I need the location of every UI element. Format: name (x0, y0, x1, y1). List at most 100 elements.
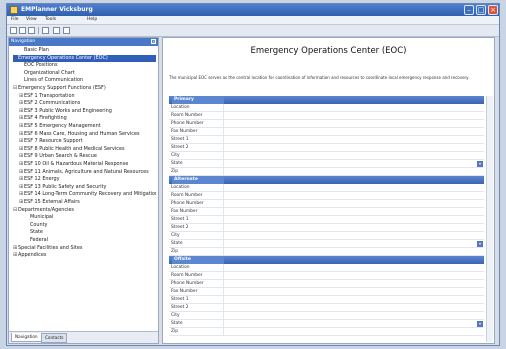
tree-item[interactable]: ⊞ESF 6 Mass Care, Housing and Human Serv… (19, 131, 156, 138)
tree-item[interactable]: ⊞ESF 2 Communications (19, 100, 156, 107)
form-field-row[interactable]: Zip (169, 168, 484, 176)
field-label: Room Number (171, 272, 224, 280)
field-label: Zip (171, 328, 224, 336)
tree-item-label: ESF 15 External Affairs (24, 199, 80, 205)
tree-item[interactable]: ⊞ESF 12 Energy (19, 176, 156, 183)
tree-item[interactable]: ⊞ESF 5 Emergency Management (19, 123, 156, 130)
dropdown-arrow-icon[interactable]: ▾ (477, 241, 483, 247)
tab-navigation[interactable]: Navigation (11, 333, 42, 342)
tree-item-label: ESF 12 Energy (24, 176, 60, 183)
form-field-row[interactable]: Zip (169, 328, 484, 336)
field-label: Room Number (171, 112, 224, 120)
field-label: State (171, 160, 224, 168)
tree-item-label: ESF 9 Urban Search & Rescue (24, 153, 97, 160)
form-field-row[interactable]: Street 2 (169, 224, 484, 232)
open-icon[interactable] (19, 27, 26, 34)
dropdown-arrow-icon[interactable]: ▾ (477, 321, 483, 327)
form-field-row[interactable]: Room Number (169, 112, 484, 120)
section-header-label: Alternate (172, 176, 224, 184)
tree-item-label: Organizational Chart (24, 69, 75, 76)
form-field-row[interactable]: Street 1 (169, 216, 484, 224)
tab-contacts[interactable]: Contacts (41, 333, 68, 343)
tree-item[interactable]: County (25, 222, 156, 229)
tree-item[interactable]: ⊞ESF 9 Urban Search & Rescue (19, 153, 156, 160)
tree-item[interactable]: Municipal (25, 214, 156, 221)
tree-item[interactable]: ⊞ESF 15 External Affairs (19, 199, 156, 206)
field-label: Fax Number (171, 208, 224, 216)
field-label: Location (171, 104, 224, 112)
form-field-row[interactable]: State ▾ (169, 320, 484, 328)
maximize-button[interactable]: □ (476, 5, 486, 15)
form-field-row[interactable]: Fax Number (169, 208, 484, 216)
form-field-row[interactable]: Fax Number (169, 288, 484, 296)
form-field-row[interactable]: City (169, 312, 484, 320)
menu-tools[interactable]: Tools (45, 17, 56, 22)
page-description: The municipal EOC serves as the central … (169, 75, 470, 80)
form-field-row[interactable]: City (169, 152, 484, 160)
menu-view[interactable]: View (26, 17, 37, 22)
tree-item[interactable]: EOC Positions (19, 62, 156, 69)
tree-item[interactable]: ⊞ESF 1 Transportation (19, 93, 156, 100)
tree-item[interactable]: ⊞ESF 8 Public Health and Medical Service… (19, 146, 156, 153)
tree-item-label: ESF 10 Oil & Hazardous Material Response (24, 161, 129, 167)
form-field-row[interactable]: Fax Number (169, 128, 484, 136)
form-field-row[interactable]: Phone Number (169, 280, 484, 288)
minimize-button[interactable]: – (464, 5, 474, 15)
tree-item[interactable]: ⊞ESF 14 Long-Term Community Recovery and… (19, 191, 156, 198)
field-label: Phone Number (171, 280, 224, 288)
app-window: EMPlanner Vicksburg – □ × File View Tool… (6, 3, 500, 346)
tree-item-label: EOC Positions (24, 62, 58, 69)
cut-icon[interactable] (53, 27, 60, 34)
tree-item[interactable]: ⊞Appendices (13, 252, 156, 259)
tree-item[interactable]: Basic Plan (19, 47, 156, 54)
menu-file[interactable]: File (11, 17, 19, 22)
tree-item[interactable]: ⊟Emergency Operations Center (EOC) (13, 54, 156, 62)
form-field-row[interactable]: Location (169, 104, 484, 112)
form-field-row[interactable]: City (169, 232, 484, 240)
print-icon[interactable] (42, 27, 49, 34)
navigation-tabs: Navigation Contacts (9, 331, 158, 343)
menu-help[interactable]: Help (87, 17, 97, 22)
form-field-row[interactable]: Street 1 (169, 296, 484, 304)
tree-item[interactable]: Federal (25, 237, 156, 244)
new-icon[interactable] (10, 27, 17, 34)
tree-item[interactable]: ⊞ESF 10 Oil & Hazardous Material Respons… (19, 161, 156, 168)
vertical-scrollbar[interactable] (486, 96, 493, 342)
tree-item[interactable]: ⊞Special Facilities and Sites (13, 245, 156, 252)
tree-item[interactable]: ⊞ESF 7 Resource Support (19, 138, 156, 145)
form-field-row[interactable]: Location (169, 184, 484, 192)
navigation-panel: Navigation × Basic Plan ⊟Emergency Operat… (8, 37, 159, 344)
close-panel-icon[interactable]: × (151, 39, 156, 44)
tree-item[interactable]: ⊞ESF 13 Public Safety and Security (19, 184, 156, 191)
close-button[interactable]: × (488, 5, 498, 15)
window-title: EMPlanner Vicksburg (21, 6, 93, 13)
tree-item[interactable]: Organizational Chart (19, 70, 156, 77)
tree-item[interactable]: ⊞ESF 4 Firefighting (19, 115, 156, 122)
form-field-row[interactable]: Zip (169, 248, 484, 256)
tree-item-label: ESF 8 Public Health and Medical Services (24, 145, 125, 152)
field-label: Room Number (171, 192, 224, 200)
form-field-row[interactable]: Street 2 (169, 144, 484, 152)
save-icon[interactable] (28, 27, 35, 34)
page-title: Emergency Operations Center (EOC) (250, 46, 407, 56)
form-field-row[interactable]: Phone Number (169, 200, 484, 208)
pin-icon[interactable] (63, 27, 70, 34)
form-field-row[interactable]: State ▾ (169, 240, 484, 248)
navigation-title: Navigation (11, 39, 36, 44)
tree-item-label: County (30, 221, 48, 228)
tree-item-label: Municipal (30, 214, 54, 221)
tree-item[interactable]: Lines of Communication (19, 77, 156, 84)
form-field-row[interactable]: Phone Number (169, 120, 484, 128)
form-field-row[interactable]: Room Number (169, 272, 484, 280)
dropdown-arrow-icon[interactable]: ▾ (477, 161, 483, 167)
form-field-row[interactable]: Street 1 (169, 136, 484, 144)
tree-item[interactable]: ⊞ESF 3 Public Works and Engineering (19, 108, 156, 115)
form-field-row[interactable]: Room Number (169, 192, 484, 200)
tree-item[interactable]: ⊟Emergency Support Functions (ESF) (13, 85, 156, 92)
form-field-row[interactable]: Street 2 (169, 304, 484, 312)
tree-item[interactable]: ⊟Departments/Agencies (13, 207, 156, 214)
form-field-row[interactable]: State ▾ (169, 160, 484, 168)
tree-item[interactable]: State (25, 229, 156, 236)
form-field-row[interactable]: Location (169, 264, 484, 272)
tree-item[interactable]: ⊞ESF 11 Animals, Agriculture and Natural… (19, 169, 156, 176)
